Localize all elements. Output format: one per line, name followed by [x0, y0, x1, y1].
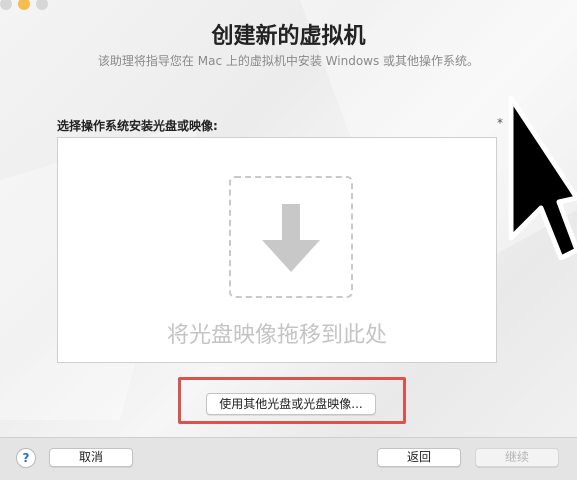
window-controls — [0, 0, 48, 14]
use-other-disc-button[interactable]: 使用其他光盘或光盘映像... — [206, 393, 376, 415]
zoom-window-button[interactable] — [36, 0, 48, 10]
mouse-cursor-icon — [508, 95, 577, 260]
wizard-window: 创建新的虚拟机 该助理将指导您在 Mac 上的虚拟机中安装 Windows 或其… — [0, 0, 577, 480]
page-subtitle: 该助理将指导您在 Mac 上的虚拟机中安装 Windows 或其他操作系统。 — [97, 54, 480, 68]
cancel-button[interactable]: 取消 — [49, 448, 133, 467]
drop-hint-text: 将光盘映像拖移到此处 — [166, 323, 387, 348]
continue-button[interactable]: 继续 — [475, 448, 559, 467]
help-icon[interactable]: ? — [16, 448, 36, 468]
download-arrow-icon — [262, 204, 320, 272]
minimize-window-button[interactable] — [18, 0, 30, 10]
back-button[interactable]: 返回 — [377, 448, 461, 467]
close-window-button[interactable] — [0, 0, 12, 10]
install-source-label: 选择操作系统安装光盘或映像: — [57, 119, 218, 133]
page-title: 创建新的虚拟机 — [211, 24, 366, 49]
drop-target-box — [229, 176, 353, 298]
